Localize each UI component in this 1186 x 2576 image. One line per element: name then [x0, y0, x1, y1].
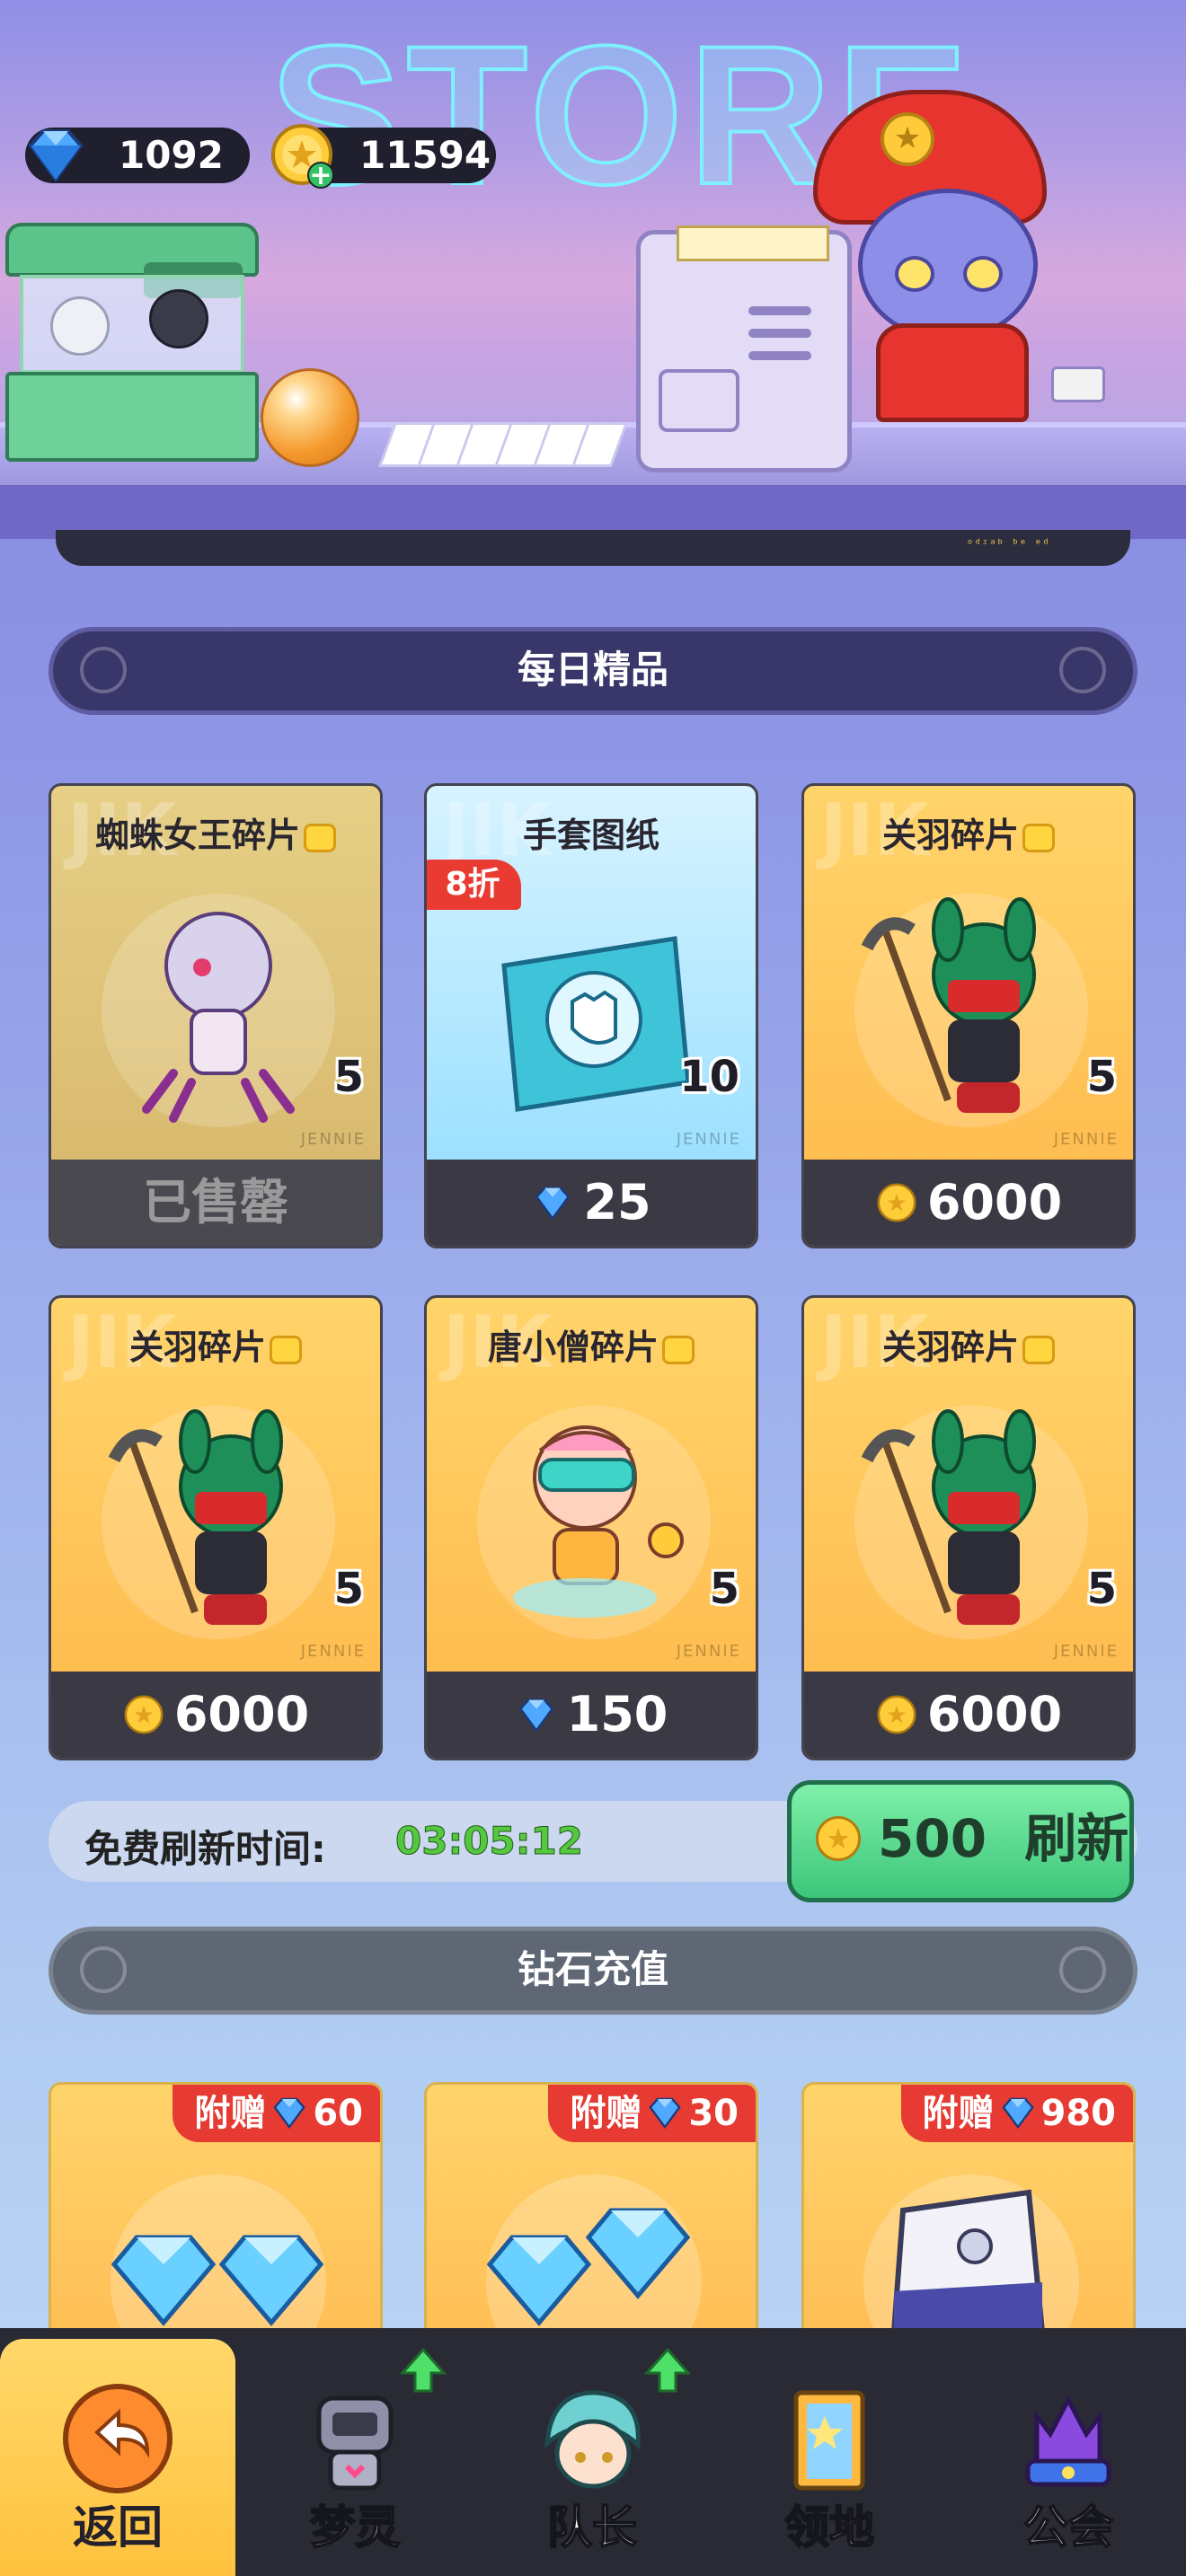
item-quantity: 10: [679, 1052, 739, 1102]
store-header-scene: STORE ★ 1092 + 11594: [0, 0, 1186, 539]
bonus-badge: 附赠 980: [900, 2085, 1133, 2142]
claw-machine-decoration: [5, 223, 259, 465]
guan-yu-portrait: [108, 1409, 283, 1625]
nav-dream-spirit[interactable]: 梦灵: [237, 2339, 473, 2576]
upgrade-arrow-icon: [399, 2347, 447, 2393]
territory-door-icon: [793, 2390, 865, 2491]
fragment-icon: [662, 1335, 695, 1364]
nav-captain[interactable]: 队长: [474, 2339, 710, 2576]
shop-item-card[interactable]: JIK 蜘蛛女王碎片 5 JENNIE 已售罄: [49, 783, 383, 1248]
coin-amount: 11594: [359, 133, 491, 177]
nav-back-label: 返回: [73, 2501, 163, 2554]
fragment-icon: [270, 1335, 302, 1364]
gem-icon: [28, 129, 84, 183]
gem-icon: [1001, 2097, 1034, 2130]
add-coins-icon[interactable]: +: [307, 162, 334, 190]
refresh-button[interactable]: 500 刷新: [787, 1780, 1134, 1902]
gem-amount: 1092: [119, 133, 224, 177]
gamepad-icon: [1059, 647, 1106, 693]
store-page: STORE ★ 1092 + 11594 ᵒᵈᶦᵃᵇ ᵇᵉ ᵉᵈ 每日精品 JI…: [0, 0, 1186, 2576]
phone-decoration: [1051, 366, 1105, 402]
gem-icon: [518, 1698, 553, 1733]
nav-back[interactable]: 返回: [0, 2339, 235, 2576]
tang-xiaoseng-portrait: [513, 1425, 684, 1618]
buy-price-button[interactable]: 150: [427, 1672, 756, 1758]
captain-avatar-icon: [544, 2390, 641, 2489]
coin-icon: [124, 1695, 164, 1734]
buy-price-button[interactable]: 6000: [804, 1672, 1133, 1758]
shop-item-card[interactable]: JIK 关羽碎片 5 JENNIE 6000: [49, 1295, 383, 1760]
coin-icon: [877, 1695, 916, 1734]
coin-icon: [815, 1815, 862, 1862]
gem-icon: [649, 2097, 682, 2130]
gacha-ball-decoration: [261, 368, 359, 467]
nav-territory-label: 领地: [783, 2501, 875, 2554]
glove-blueprint-image: [501, 936, 691, 1112]
diamond-pack-card[interactable]: 附赠 30: [424, 2082, 758, 2351]
guild-crown-icon: [1025, 2395, 1111, 2487]
gamepad-icon: [1059, 1946, 1106, 1993]
sold-out-label: 已售罄: [51, 1160, 380, 1246]
gem-icon: [535, 1187, 571, 1221]
bonus-badge: 附赠 30: [548, 2085, 756, 2142]
diamond-pile-image: [585, 2208, 691, 2299]
item-name: 关羽碎片: [804, 1319, 1133, 1369]
fragment-icon: [304, 823, 336, 852]
nav-captain-label: 队长: [546, 2501, 638, 2554]
guan-yu-portrait: [861, 897, 1036, 1113]
diamond-pack-card[interactable]: 附赠 980: [801, 2082, 1136, 2351]
item-name: 关羽碎片: [804, 807, 1133, 857]
buy-price-button[interactable]: 6000: [51, 1672, 380, 1758]
counter-top-strip: ᵒᵈᶦᵃᵇ ᵇᵉ ᵉᵈ: [56, 530, 1130, 566]
diamond-bag-image: [890, 2189, 1046, 2334]
shop-item-card[interactable]: JIK 关羽碎片 5 JENNIE 6000: [801, 783, 1136, 1248]
coin-icon: [877, 1183, 916, 1222]
refresh-button-label: 刷新: [1024, 1808, 1129, 1869]
coin-counter[interactable]: + 11594: [271, 124, 496, 190]
nav-guild-label: 公会: [1022, 2501, 1114, 2554]
item-quantity: 5: [333, 1564, 364, 1614]
fragment-icon: [1022, 1335, 1055, 1364]
shop-item-card[interactable]: JIK 关羽碎片 5 JENNIE 6000: [801, 1295, 1136, 1760]
bonus-badge: 附赠 60: [173, 2085, 380, 2142]
diamond-pile-image: [218, 2235, 324, 2326]
buy-price-button[interactable]: 25: [427, 1160, 756, 1246]
item-quantity: 5: [1086, 1564, 1117, 1614]
gamepad-icon: [80, 1946, 127, 1993]
item-name: 手套图纸: [522, 816, 659, 855]
robot-icon: [316, 2395, 394, 2491]
back-arrow-icon: [63, 2384, 173, 2493]
buy-price-button[interactable]: 6000: [804, 1160, 1133, 1246]
strip-text: ᵒᵈᶦᵃᵇ ᵇᵉ ᵉᵈ: [966, 537, 1049, 551]
nav-dream-spirit-label: 梦灵: [309, 2501, 401, 2554]
daily-section-header: 每日精品: [49, 627, 1137, 715]
item-quantity: 5: [709, 1564, 739, 1614]
item-quantity: 5: [333, 1052, 364, 1102]
diamond-pile-image: [111, 2235, 217, 2326]
spider-queen-portrait: [142, 912, 295, 1123]
item-name: 关羽碎片: [51, 1319, 380, 1369]
upgrade-arrow-icon: [643, 2347, 692, 2393]
gem-icon: [273, 2097, 306, 2130]
fragment-icon: [1022, 823, 1055, 852]
gem-counter[interactable]: 1092: [25, 128, 250, 183]
refresh-cost: 500: [878, 1808, 987, 1869]
free-refresh-label: 免费刷新时间:: [84, 1827, 326, 1871]
nav-territory[interactable]: 领地: [712, 2339, 947, 2576]
nav-guild[interactable]: 公会: [951, 2339, 1186, 2576]
item-name: 蜘蛛女王碎片: [51, 807, 380, 857]
diamond-pack-card[interactable]: 附赠 60: [49, 2082, 383, 2351]
daily-section-title: 每日精品: [517, 648, 668, 692]
item-quantity: 5: [1086, 1052, 1117, 1102]
recharge-section-header: 钻石充值: [49, 1927, 1137, 2015]
shop-item-card[interactable]: JIK 手套图纸 8折 10 JENNIE 25: [424, 783, 758, 1248]
gamepad-icon: [80, 647, 127, 693]
shopkeeper-character: ★: [813, 90, 1092, 422]
shop-item-card[interactable]: JIK 唐小僧碎片 5 JENNIE 150: [424, 1295, 758, 1760]
recharge-section-title: 钻石充值: [517, 1947, 668, 1991]
free-refresh-countdown: 03:05:12: [395, 1819, 584, 1864]
item-name: 唐小僧碎片: [427, 1319, 756, 1369]
guan-yu-portrait: [861, 1409, 1036, 1625]
grid-paper-decoration: [377, 422, 629, 467]
